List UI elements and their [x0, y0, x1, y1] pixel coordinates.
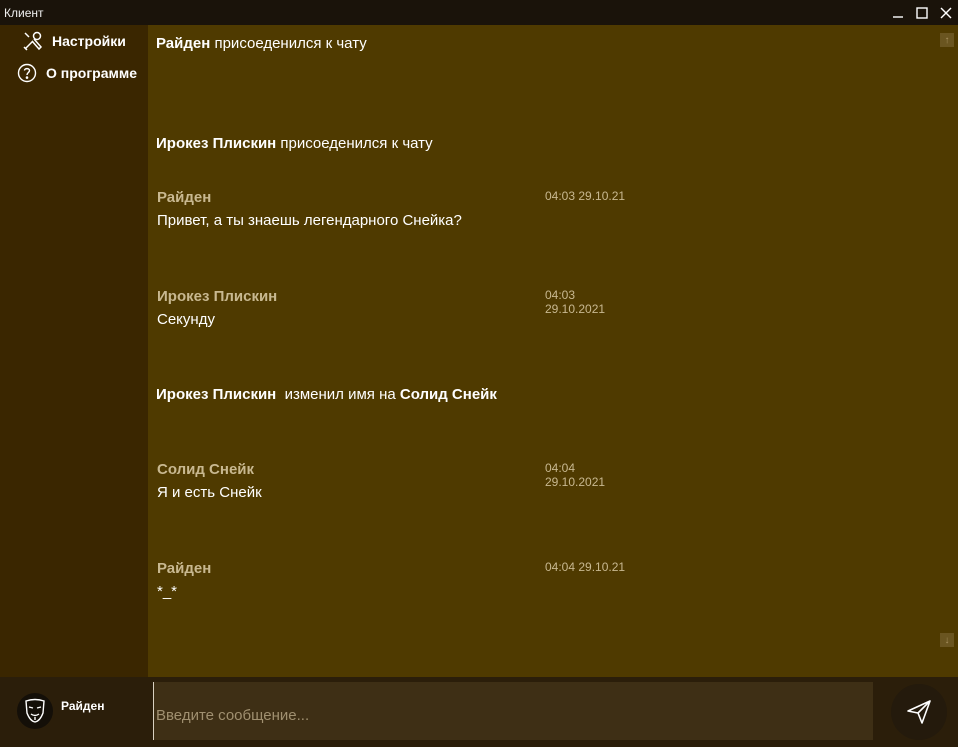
- scroll-up-button[interactable]: ↑: [940, 33, 954, 47]
- send-icon: [907, 700, 931, 724]
- mask-icon: [25, 698, 45, 723]
- current-username: Райден: [61, 699, 105, 713]
- sidebar-item-label: Настройки: [52, 33, 126, 49]
- sidebar-item-settings[interactable]: Настройки: [0, 25, 148, 57]
- maximize-button[interactable]: [910, 0, 934, 25]
- avatar[interactable]: [17, 693, 53, 729]
- chat-message: Солид Снейк 04:04 29.10.2021 Я и есть Сн…: [157, 461, 627, 501]
- bottom-bar: Райден: [0, 677, 958, 747]
- sidebar: Настройки О программе: [0, 25, 148, 677]
- chat-message: Райден 04:04 29.10.21 *_*: [157, 560, 627, 600]
- scroll-down-button[interactable]: ↓: [940, 633, 954, 647]
- close-icon: [940, 7, 952, 18]
- chat-message: Ирокез Плискин 04:03 29.10.2021 Секунду: [157, 288, 627, 328]
- question-circle-icon: [16, 62, 38, 84]
- close-button[interactable]: [934, 0, 958, 25]
- window-controls: [886, 0, 958, 25]
- system-message: Ирокез Плискин присоеденился к чату: [156, 135, 433, 152]
- message-input[interactable]: [153, 682, 873, 740]
- rename-message: Ирокез Плискин изменил имя на Солид Сней…: [156, 386, 497, 403]
- app-window: Клиент Настройки О программе ↑ Райден пр…: [0, 0, 958, 747]
- title-bar: Клиент: [0, 0, 958, 25]
- minimize-button[interactable]: [886, 0, 910, 25]
- message-time: 04:03 29.10.2021: [545, 288, 606, 316]
- message-time: 04:04 29.10.21: [545, 560, 626, 574]
- chat-panel: ↑ Райден присоеденился к чату Ирокез Пли…: [148, 25, 958, 677]
- sidebar-item-about[interactable]: О программе: [0, 57, 148, 89]
- arrow-up-icon: ↑: [944, 34, 950, 46]
- minimize-icon: [893, 15, 903, 18]
- tools-icon: [22, 30, 44, 52]
- message-time: 04:03 29.10.21: [545, 189, 626, 203]
- message-time: 04:04 29.10.2021: [545, 461, 606, 489]
- window-title: Клиент: [4, 5, 44, 20]
- arrow-down-icon: ↓: [944, 634, 950, 646]
- sidebar-item-label: О программе: [46, 65, 138, 81]
- system-message: Райден присоеденился к чату: [156, 35, 367, 52]
- message-text: Привет, а ты знаешь легендарного Снейка?: [157, 212, 462, 229]
- message-text: *_*: [157, 583, 178, 600]
- chat-message: Райден 04:03 29.10.21 Привет, а ты знаеш…: [157, 189, 627, 229]
- send-button[interactable]: [891, 684, 947, 740]
- maximize-icon: [916, 6, 928, 19]
